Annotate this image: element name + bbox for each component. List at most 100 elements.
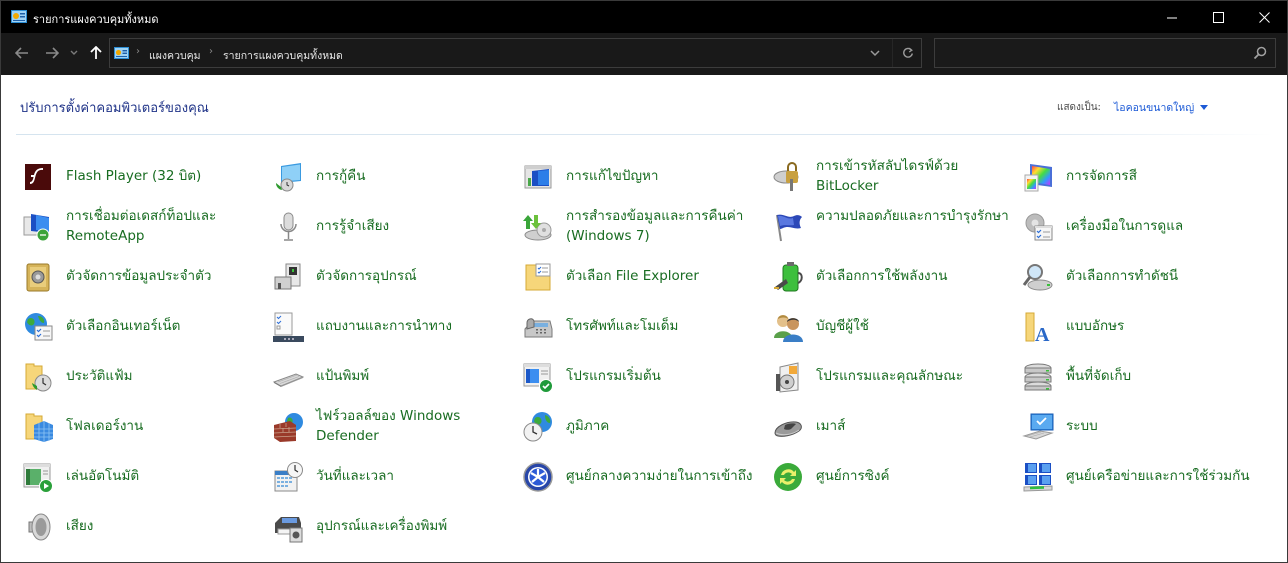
- control-panel-item[interactable]: ศูนย์กลางความง่ายในการเข้าถึง: [522, 461, 770, 507]
- control-panel-item-label[interactable]: แถบงานและการนำทาง: [316, 316, 516, 336]
- control-panel-item-label[interactable]: พื้นที่จัดเก็บ: [1066, 366, 1266, 386]
- control-panel-item[interactable]: การเข้ารหัสลับไดรฟ์ด้วย BitLocker: [772, 158, 1020, 207]
- taskbar-navigation-icon[interactable]: [272, 311, 304, 343]
- autoplay-icon[interactable]: [22, 461, 54, 493]
- control-panel-item-label[interactable]: โฟลเดอร์งาน: [66, 416, 266, 436]
- control-panel-item[interactable]: โทรศัพท์และโมเด็ม: [522, 311, 770, 357]
- control-panel-item-label[interactable]: เครื่องมือในการดูแล: [1066, 216, 1266, 236]
- file-explorer-options-icon[interactable]: [522, 261, 554, 293]
- control-panel-item-label[interactable]: ประวัติแฟ้ม: [66, 366, 266, 386]
- control-panel-item-label[interactable]: การเชื่อมต่อเดสก์ท็อปและ RemoteApp: [66, 206, 266, 246]
- bitlocker-icon[interactable]: [772, 161, 804, 193]
- recovery-icon[interactable]: [272, 161, 304, 193]
- system-icon[interactable]: [1022, 411, 1054, 443]
- security-maintenance-icon[interactable]: [772, 211, 804, 243]
- control-panel-item[interactable]: การสำรองข้อมูลและการคืนค่า (Windows 7): [522, 208, 770, 257]
- control-panel-item-label[interactable]: ตัวจัดการข้อมูลประจำตัว: [66, 266, 266, 286]
- sync-center-icon[interactable]: [772, 461, 804, 493]
- control-panel-item-label[interactable]: ตัวเลือก File Explorer: [566, 266, 766, 286]
- keyboard-icon[interactable]: [272, 361, 304, 393]
- control-panel-item-label[interactable]: เล่นอัตโนมัติ: [66, 466, 266, 486]
- remoteapp-icon[interactable]: [22, 211, 54, 243]
- control-panel-item-label[interactable]: เมาส์: [816, 416, 1016, 436]
- control-panel-item-label[interactable]: แบบอักษร: [1066, 316, 1266, 336]
- indexing-options-icon[interactable]: [1022, 261, 1054, 293]
- control-panel-item-label[interactable]: ศูนย์เครือข่ายและการใช้ร่วมกัน: [1066, 466, 1266, 486]
- backup-restore-icon[interactable]: [522, 211, 554, 243]
- control-panel-item[interactable]: ตัวจัดการอุปกรณ์: [272, 261, 520, 307]
- control-panel-item[interactable]: เครื่องมือในการดูแล: [1022, 211, 1270, 257]
- control-panel-item[interactable]: วันที่และเวลา: [272, 461, 520, 507]
- breadcrumb-control-panel[interactable]: แผงควบคุม: [149, 47, 201, 64]
- control-panel-item-label[interactable]: การเข้ารหัสลับไดรฟ์ด้วย BitLocker: [816, 156, 1016, 196]
- maximize-button[interactable]: [1195, 1, 1241, 33]
- control-panel-item[interactable]: A แบบอักษร: [1022, 311, 1270, 357]
- breadcrumb-separator[interactable]: ›: [136, 46, 140, 57]
- device-manager-icon[interactable]: [272, 261, 304, 293]
- search-input[interactable]: [941, 43, 1241, 63]
- dropdown-arrow-icon[interactable]: [1200, 105, 1209, 110]
- control-panel-item-label[interactable]: การสำรองข้อมูลและการคืนค่า (Windows 7): [566, 206, 766, 246]
- control-panel-item[interactable]: ตัวเลือก File Explorer: [522, 261, 770, 307]
- date-time-icon[interactable]: [272, 461, 304, 493]
- breadcrumb-all-items[interactable]: รายการแผงควบคุมทั้งหมด: [223, 47, 343, 64]
- control-panel-item[interactable]: ภูมิภาค: [522, 411, 770, 457]
- region-icon[interactable]: [522, 411, 554, 443]
- control-panel-item[interactable]: Flash Player (32 บิต): [22, 161, 270, 207]
- default-programs-icon[interactable]: [522, 361, 554, 393]
- mouse-icon[interactable]: [772, 411, 804, 443]
- control-panel-item-label[interactable]: โปรแกรมเริ่มต้น: [566, 366, 766, 386]
- network-sharing-icon[interactable]: [1022, 461, 1054, 493]
- control-panel-item[interactable]: พื้นที่จัดเก็บ: [1022, 361, 1270, 407]
- control-panel-item[interactable]: การรู้จำเสียง: [272, 211, 520, 257]
- control-panel-item[interactable]: บัญชีผู้ใช้: [772, 311, 1020, 357]
- control-panel-item[interactable]: อุปกรณ์และเครื่องพิมพ์: [272, 511, 520, 557]
- control-panel-item-label[interactable]: ไฟร์วอลล์ของ Windows Defender: [316, 406, 516, 446]
- control-panel-item[interactable]: ตัวเลือกการทำดัชนี: [1022, 261, 1270, 307]
- control-panel-item-label[interactable]: ตัวเลือกการทำดัชนี: [1066, 266, 1266, 286]
- control-panel-item[interactable]: การจัดการสี: [1022, 161, 1270, 207]
- control-panel-item[interactable]: ศูนย์เครือข่ายและการใช้ร่วมกัน: [1022, 461, 1270, 507]
- control-panel-item-label[interactable]: โปรแกรมและคุณลักษณะ: [816, 366, 1016, 386]
- phone-modem-icon[interactable]: [522, 311, 554, 343]
- control-panel-item-label[interactable]: เสียง: [66, 516, 266, 536]
- control-panel-item-label[interactable]: ความปลอดภัยและการบำรุงรักษา: [816, 206, 1016, 226]
- control-panel-item[interactable]: โปรแกรมและคุณลักษณะ: [772, 361, 1020, 407]
- title-bar[interactable]: รายการแผงควบคุมทั้งหมด: [1, 1, 1287, 33]
- back-button[interactable]: [11, 42, 33, 64]
- breadcrumb-separator[interactable]: ›: [209, 46, 213, 57]
- control-panel-item-label[interactable]: การกู้คืน: [316, 166, 516, 186]
- control-panel-item-label[interactable]: แป้นพิมพ์: [316, 366, 516, 386]
- control-panel-item-label[interactable]: Flash Player (32 บิต): [66, 166, 266, 186]
- fonts-icon[interactable]: A: [1022, 311, 1054, 343]
- programs-features-icon[interactable]: [772, 361, 804, 393]
- speech-recognition-icon[interactable]: [272, 211, 304, 243]
- control-panel-item[interactable]: โฟลเดอร์งาน: [22, 411, 270, 457]
- administrative-tools-icon[interactable]: [1022, 211, 1054, 243]
- control-panel-item-label[interactable]: ศูนย์กลางความง่ายในการเข้าถึง: [566, 466, 766, 486]
- forward-button[interactable]: [41, 42, 63, 64]
- control-panel-item[interactable]: ตัวเลือกการใช้พลังงาน: [772, 261, 1020, 307]
- search-box[interactable]: [934, 38, 1276, 68]
- control-panel-item[interactable]: แป้นพิมพ์: [272, 361, 520, 407]
- control-panel-item[interactable]: การเชื่อมต่อเดสก์ท็อปและ RemoteApp: [22, 208, 270, 257]
- control-panel-item[interactable]: ศูนย์การซิงค์: [772, 461, 1020, 507]
- power-options-icon[interactable]: [772, 261, 804, 293]
- control-panel-item[interactable]: การแก้ไขปัญหา: [522, 161, 770, 207]
- control-panel-item[interactable]: ตัวจัดการข้อมูลประจำตัว: [22, 261, 270, 307]
- sound-icon[interactable]: [22, 511, 54, 543]
- firewall-icon[interactable]: [272, 411, 304, 443]
- internet-options-icon[interactable]: [22, 311, 54, 343]
- control-panel-item[interactable]: เสียง: [22, 511, 270, 557]
- search-icon[interactable]: [1253, 46, 1267, 60]
- control-panel-item-label[interactable]: ตัวเลือกการใช้พลังงาน: [816, 266, 1016, 286]
- control-panel-item-label[interactable]: อุปกรณ์และเครื่องพิมพ์: [316, 516, 516, 536]
- file-history-icon[interactable]: [22, 361, 54, 393]
- control-panel-item-label[interactable]: โทรศัพท์และโมเด็ม: [566, 316, 766, 336]
- control-panel-item-label[interactable]: การจัดการสี: [1066, 166, 1266, 186]
- ease-of-access-icon[interactable]: [522, 461, 554, 493]
- control-panel-item[interactable]: แถบงานและการนำทาง: [272, 311, 520, 357]
- storage-spaces-icon[interactable]: [1022, 361, 1054, 393]
- control-panel-item[interactable]: เมาส์: [772, 411, 1020, 457]
- control-panel-item-label[interactable]: วันที่และเวลา: [316, 466, 516, 486]
